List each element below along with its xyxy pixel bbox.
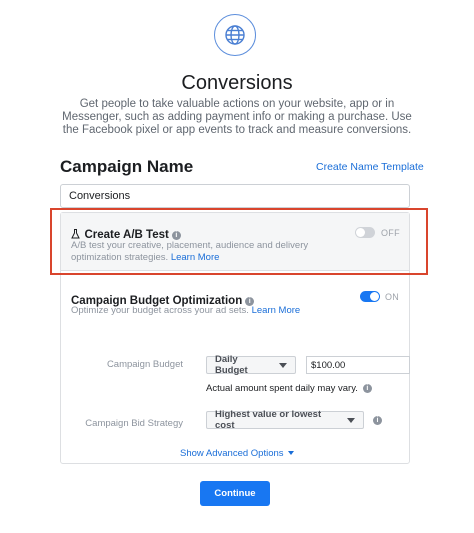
- bid-strategy-label: Campaign Bid Strategy: [85, 418, 183, 429]
- show-advanced-options-text: Show Advanced Options: [180, 448, 284, 459]
- cbo-learn-more-link[interactable]: Learn More: [252, 305, 301, 316]
- page-title: Conversions: [181, 72, 293, 94]
- cbo-description-text: Optimize your budget across your ad sets…: [71, 305, 249, 316]
- budget-type-value: Daily Budget: [215, 354, 248, 376]
- budget-type-dropdown[interactable]: Daily Budget: [206, 354, 296, 376]
- caret-down-icon: [287, 451, 294, 455]
- budget-hint: Actual amount spent daily may vary. i: [206, 383, 372, 394]
- bid-strategy-value: Highest value or lowest cost: [215, 409, 322, 431]
- highlight-box: [50, 208, 428, 275]
- continue-button[interactable]: Continue: [200, 481, 270, 506]
- cbo-toggle-label: ON: [385, 292, 400, 302]
- toggle-knob: [370, 292, 379, 301]
- campaign-name-input[interactable]: [60, 184, 410, 208]
- cbo-toggle[interactable]: [360, 291, 380, 302]
- budget-amount-input[interactable]: [306, 356, 410, 374]
- campaign-name-heading: Campaign Name: [60, 157, 194, 176]
- info-icon[interactable]: i: [362, 384, 372, 393]
- create-name-template-link[interactable]: Create Name Template: [316, 161, 424, 173]
- objective-description: Get people to take valuable actions on y…: [62, 98, 412, 136]
- budget-hint-text: Actual amount spent daily may vary.: [206, 383, 358, 394]
- campaign-budget-label: Campaign Budget: [106, 359, 183, 370]
- caret-down-icon: [279, 362, 287, 368]
- caret-down-icon: [347, 417, 355, 423]
- info-icon[interactable]: i: [373, 416, 382, 425]
- cbo-description: Optimize your budget across your ad sets…: [71, 305, 331, 317]
- globe-icon: [214, 14, 256, 56]
- bid-strategy-dropdown[interactable]: Highest value or lowest cost: [206, 409, 364, 431]
- show-advanced-options-link[interactable]: Show Advanced Options: [180, 448, 294, 459]
